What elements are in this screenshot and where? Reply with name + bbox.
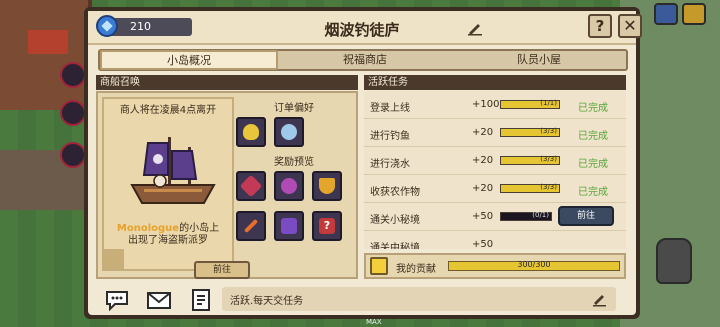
caption-line2: 出现了海盗斯派罗 bbox=[128, 235, 208, 246]
lightning-card-icon bbox=[281, 218, 297, 234]
task-name: 通关小秘境 bbox=[370, 215, 420, 226]
task-progress-bar: (3/3) bbox=[500, 183, 560, 193]
pencil-icon[interactable] bbox=[466, 20, 484, 36]
merchant-notice: 商人将在凌晨4点离开 bbox=[119, 105, 217, 116]
bottom-bar: 活跃.每天交任务 bbox=[88, 283, 636, 315]
chat-bubble-icon[interactable] bbox=[104, 289, 130, 311]
ship-summon-box: 商人将在凌晨4点离开 Monologue的小岛上 出现了海盗斯派罗 前往 订单偏… bbox=[96, 91, 358, 279]
task-points: +100 bbox=[472, 99, 500, 110]
task-progress-bar: (3/3) bbox=[500, 127, 560, 137]
task-name: 登录上线 bbox=[370, 103, 410, 114]
reward-item-5[interactable] bbox=[274, 211, 304, 241]
player-name: Monologue bbox=[116, 223, 180, 234]
side-shortcut-1[interactable] bbox=[60, 62, 86, 88]
task-status: 已完成 bbox=[578, 103, 608, 114]
red-crystal-icon bbox=[239, 174, 263, 198]
edit-icon[interactable] bbox=[592, 291, 608, 307]
tab-island-overview[interactable]: 小岛概况 bbox=[100, 50, 278, 70]
potion-icon bbox=[281, 178, 297, 194]
notes-icon[interactable] bbox=[188, 289, 214, 311]
ship-go-button[interactable]: 前往 bbox=[194, 261, 250, 279]
background-house bbox=[0, 0, 92, 110]
task-progress-count: (0/1) bbox=[532, 211, 549, 219]
tab-blessing-shop[interactable]: 祝福商店 bbox=[278, 51, 452, 69]
task-status: 已完成 bbox=[578, 159, 608, 170]
task-progress-bar: (3/3) bbox=[500, 155, 560, 165]
task-row: 登录上线 +100 (1/1) 已完成 bbox=[364, 91, 626, 119]
close-button[interactable]: ✕ bbox=[618, 14, 642, 38]
pirate-ship-icon bbox=[130, 137, 216, 204]
side-shortcut-2[interactable] bbox=[60, 100, 86, 126]
ship-card: 商人将在凌晨4点离开 Monologue的小岛上 出现了海盗斯派罗 bbox=[102, 97, 234, 271]
side-shortcut-3[interactable] bbox=[60, 142, 86, 168]
contribution-progress-bar: 300/300 bbox=[448, 260, 620, 271]
task-progress-bar: (0/1) bbox=[500, 211, 552, 221]
reward-item-2[interactable] bbox=[274, 171, 304, 201]
order-item-gear-crystal[interactable] bbox=[274, 117, 304, 147]
chat-input-text: 活跃.每天交任务 bbox=[230, 296, 304, 307]
trophy-icon bbox=[319, 178, 335, 194]
contribution-value: 300/300 bbox=[517, 260, 551, 269]
reward-item-6[interactable]: ? bbox=[312, 211, 342, 241]
reward-item-1[interactable] bbox=[236, 171, 266, 201]
help-button[interactable]: ? bbox=[588, 14, 612, 38]
task-list: 登录上线 +100 (1/1) 已完成 进行钓鱼 +20 (3/3) 已完成 进… bbox=[364, 91, 626, 249]
order-item-corn[interactable] bbox=[236, 117, 266, 147]
title-bar: 210 烟波钓徒庐 ? ✕ bbox=[88, 11, 642, 45]
contribution-icon bbox=[370, 257, 388, 275]
task-status: 已完成 bbox=[578, 187, 608, 198]
mail-icon[interactable] bbox=[146, 289, 172, 311]
tab-bar: 小岛概况 祝福商店 队员小屋 bbox=[98, 49, 628, 71]
task-points: +50 bbox=[472, 239, 494, 249]
task-row: 进行钓鱼 +20 (3/3) 已完成 bbox=[364, 119, 626, 147]
task-points: +20 bbox=[472, 127, 494, 138]
task-row: 进行浇水 +20 (3/3) 已完成 bbox=[364, 147, 626, 175]
task-points: +20 bbox=[472, 183, 494, 194]
bottom-edge-label: MAX bbox=[366, 318, 382, 326]
ship-caption: Monologue的小岛上 出现了海盗斯派罗 bbox=[104, 223, 232, 247]
page-title: 烟波钓徒庐 bbox=[324, 21, 400, 39]
chat-input[interactable]: 活跃.每天交任务 bbox=[222, 287, 616, 311]
task-points: +50 bbox=[472, 211, 494, 222]
task-row: 通关中秘境 +50 bbox=[364, 231, 626, 249]
gear-crystal-icon bbox=[281, 124, 297, 140]
contribution-label: 我的贡献 bbox=[396, 264, 436, 275]
reward-item-3[interactable] bbox=[312, 171, 342, 201]
task-row: 收获农作物 +20 (3/3) 已完成 bbox=[364, 175, 626, 203]
task-name: 收获农作物 bbox=[370, 187, 420, 198]
task-name: 进行钓鱼 bbox=[370, 131, 410, 142]
corn-icon bbox=[243, 124, 259, 140]
caption-part1: 的小岛上 bbox=[179, 223, 220, 234]
order-preference-title: 订单偏好 bbox=[274, 103, 314, 114]
task-progress-count: (3/3) bbox=[540, 155, 557, 163]
card-corner bbox=[104, 249, 124, 269]
task-name: 通关中秘境 bbox=[370, 243, 420, 249]
reward-preview-title: 奖励预览 bbox=[274, 157, 314, 168]
contribution-row: 我的贡献 300/300 bbox=[364, 253, 626, 279]
task-name: 进行浇水 bbox=[370, 159, 410, 170]
task-points: +20 bbox=[472, 155, 494, 166]
task-row: 通关小秘境 +50 (0/1) 前往 bbox=[364, 203, 626, 231]
reward-item-4[interactable] bbox=[236, 211, 266, 241]
sword-icon bbox=[243, 218, 259, 234]
island-panel: 210 烟波钓徒庐 ? ✕ 小岛概况 祝福商店 队员小屋 商船召唤 商人将在凌晨… bbox=[84, 7, 642, 319]
top-right-bag-button[interactable] bbox=[682, 3, 706, 25]
tab-member-cabin[interactable]: 队员小屋 bbox=[452, 51, 626, 69]
ship-summon-heading: 商船召唤 bbox=[96, 75, 358, 90]
mystery-box-icon: ? bbox=[319, 218, 335, 234]
active-tasks-heading: 活跃任务 bbox=[364, 75, 626, 90]
task-progress-count: (3/3) bbox=[540, 183, 557, 191]
top-right-mail-button[interactable] bbox=[654, 3, 678, 25]
task-progress-count: (3/3) bbox=[540, 127, 557, 135]
task-go-button[interactable]: 前往 bbox=[558, 206, 614, 226]
npc-character bbox=[656, 238, 692, 284]
task-progress-count: (1/1) bbox=[540, 99, 557, 107]
task-status: 已完成 bbox=[578, 131, 608, 142]
task-progress-bar: (1/1) bbox=[500, 99, 560, 109]
